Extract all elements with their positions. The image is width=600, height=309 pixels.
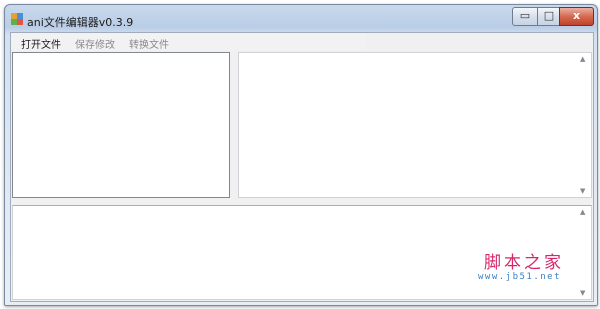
title-bar[interactable]: ani文件编辑器v0.3.9 ▭ □ x — [5, 5, 597, 31]
maximize-button[interactable]: □ — [537, 7, 561, 26]
minimize-icon: ▭ — [519, 9, 531, 22]
preview-textbox[interactable]: ▲ ▼ — [238, 52, 592, 198]
output-scroll-up-icon[interactable]: ▲ — [580, 208, 585, 216]
scroll-up-icon[interactable]: ▲ — [580, 55, 585, 63]
menu-convert-file[interactable]: 转换文件 — [129, 36, 169, 51]
output-scroll-down-icon[interactable]: ▼ — [580, 289, 585, 297]
menu-save-changes[interactable]: 保存修改 — [75, 36, 115, 51]
close-button[interactable]: x — [559, 7, 594, 26]
output-scrollbar[interactable]: ▲ ▼ — [577, 206, 591, 299]
watermark-url: www.jb51.net — [478, 272, 562, 282]
app-icon — [11, 13, 23, 25]
frame-list[interactable] — [12, 52, 230, 198]
minimize-button[interactable]: ▭ — [512, 7, 538, 26]
scroll-down-icon[interactable]: ▼ — [580, 187, 585, 195]
watermark-title: 脚本之家 — [484, 253, 564, 273]
maximize-icon: □ — [543, 9, 555, 22]
menu-open-file[interactable]: 打开文件 — [21, 36, 61, 51]
close-icon: x — [572, 9, 581, 22]
window-title: ani文件编辑器v0.3.9 — [27, 16, 134, 29]
preview-scrollbar[interactable]: ▲ ▼ — [577, 53, 591, 197]
menu-bar: 打开文件 保存修改 转换文件 — [11, 33, 366, 51]
